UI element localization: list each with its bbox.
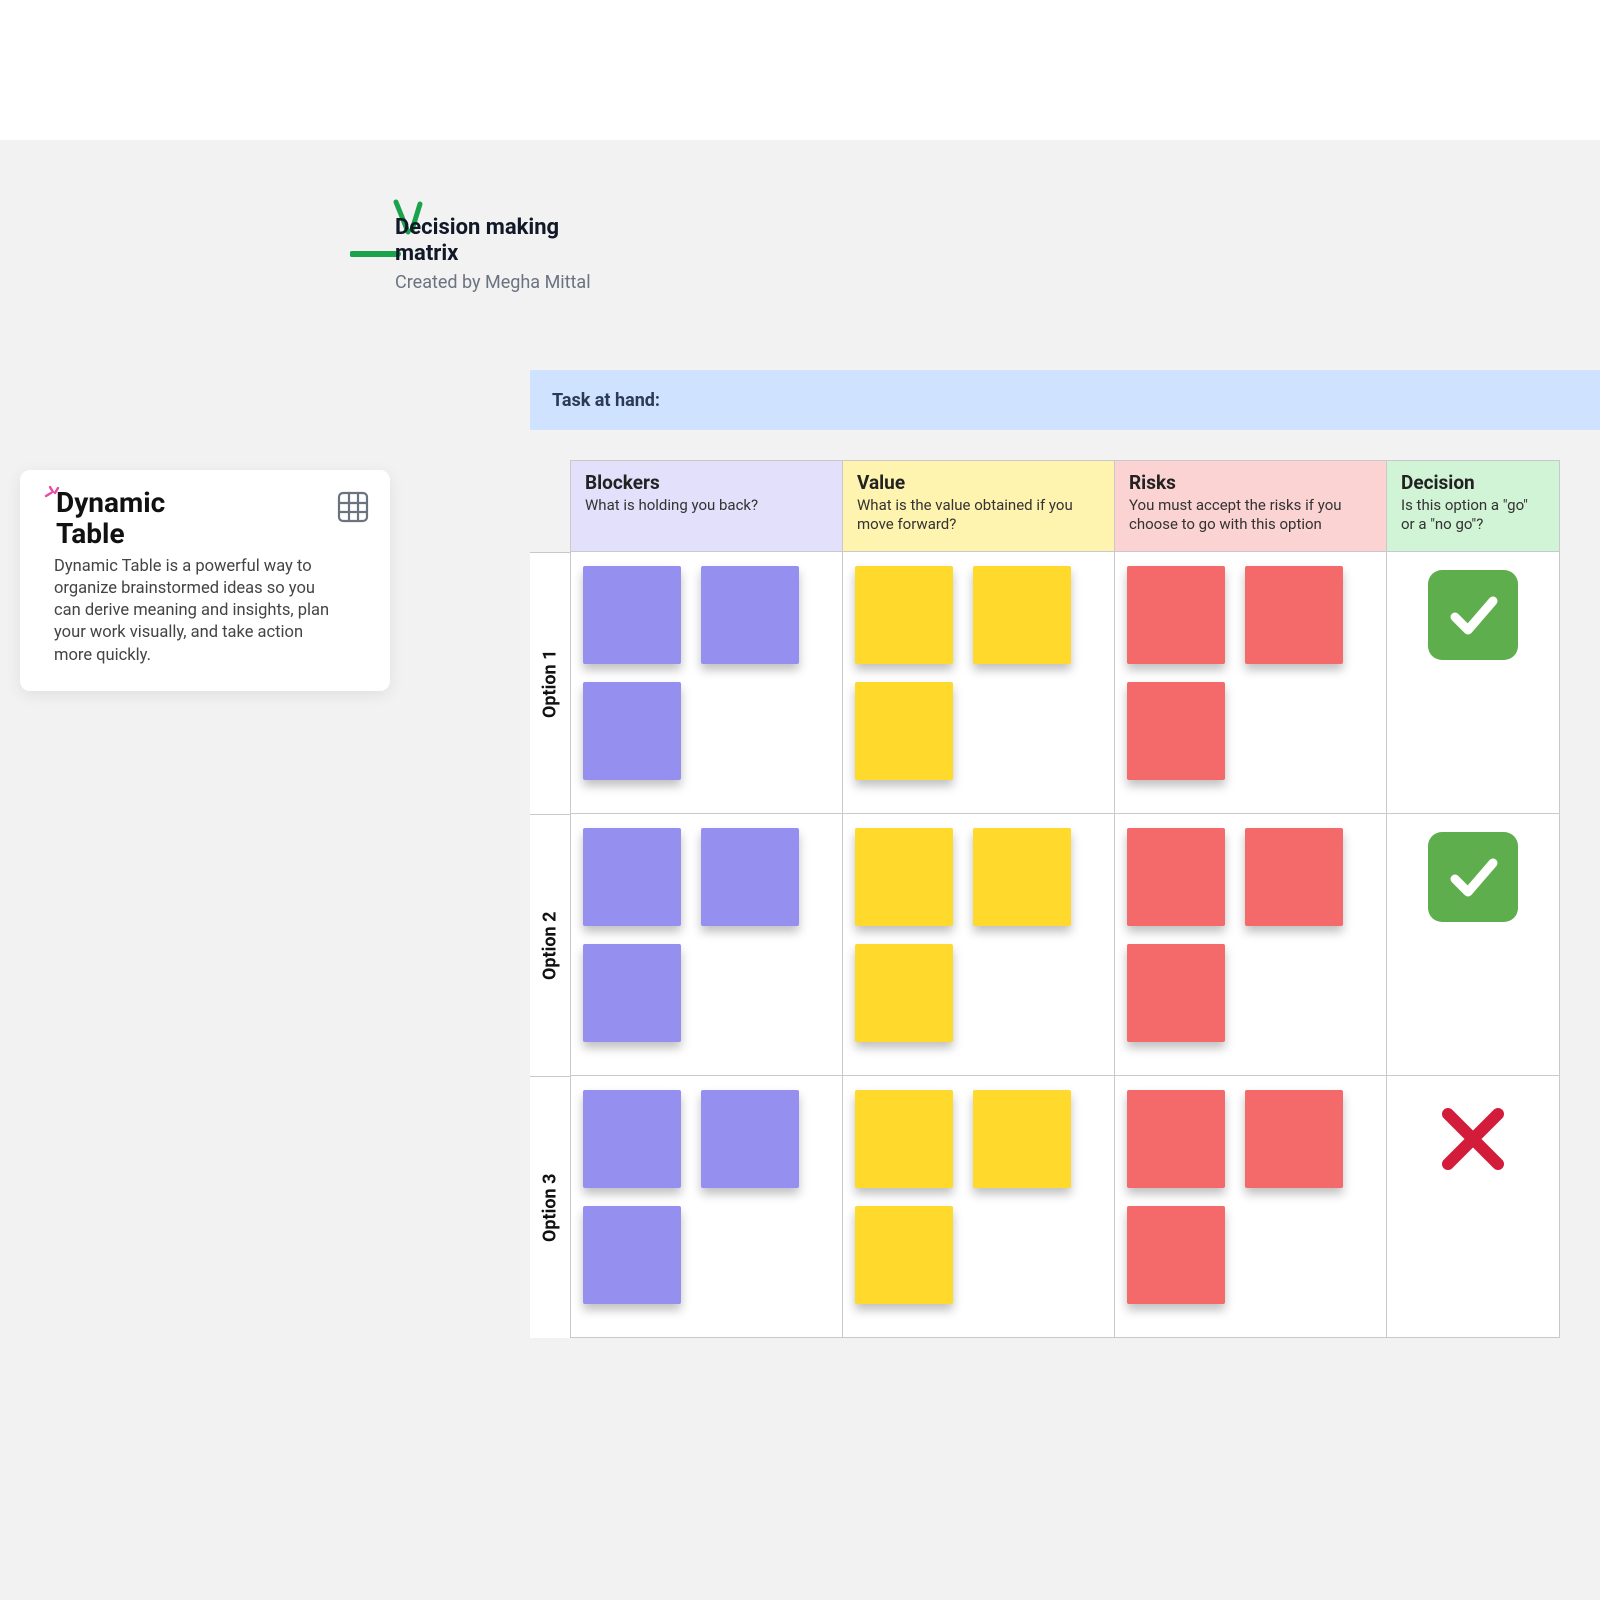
sticky-note[interactable] [855,1206,953,1304]
column-header-blockers[interactable]: Blockers What is holding you back? [570,460,842,552]
check-icon [1443,847,1503,907]
task-label: Task at hand: [552,390,660,411]
sticky-note[interactable] [973,566,1071,664]
col-title: Blockers [585,471,828,494]
spark-accent-icon [44,484,62,502]
col-subtitle: What is holding you back? [585,496,828,515]
cell-value[interactable] [842,1076,1114,1338]
sticky-note[interactable] [1245,1090,1343,1188]
sticky-note[interactable] [1127,828,1225,926]
decision-nogo-badge[interactable] [1428,1094,1518,1184]
sticky-note[interactable] [583,566,681,664]
sticky-note[interactable] [701,566,799,664]
sticky-note[interactable] [1127,1090,1225,1188]
cell-decision[interactable] [1386,814,1560,1076]
task-at-hand-banner[interactable]: Task at hand: [530,370,1600,430]
decision-matrix: Blockers What is holding you back? Value… [530,460,1600,1338]
dynamic-table-info-card[interactable]: Dynamic Table Dynamic Table is a powerfu… [20,470,390,691]
col-subtitle: Is this option a "go" or a "no go"? [1401,496,1545,534]
info-card-description: Dynamic Table is a powerful way to organ… [54,556,330,667]
sticky-note[interactable] [1127,566,1225,664]
template-header: Decision making matrix Created by Megha … [395,215,615,293]
col-title: Risks [1129,471,1372,494]
info-card-title: Dynamic Table [56,488,236,550]
column-header-risks[interactable]: Risks You must accept the risks if you c… [1114,460,1386,552]
decision-go-badge[interactable] [1428,832,1518,922]
sticky-note[interactable] [1127,682,1225,780]
sticky-note[interactable] [973,1090,1071,1188]
sticky-note[interactable] [583,682,681,780]
cell-blockers[interactable] [570,552,842,814]
matrix-header-row: Blockers What is holding you back? Value… [530,460,1600,552]
cell-blockers[interactable] [570,814,842,1076]
sticky-note[interactable] [1127,1206,1225,1304]
cell-value[interactable] [842,814,1114,1076]
cell-risks[interactable] [1114,814,1386,1076]
sticky-note[interactable] [1245,828,1343,926]
cell-risks[interactable] [1114,552,1386,814]
row-label[interactable]: Option 3 [530,1076,570,1338]
cell-decision[interactable] [1386,1076,1560,1338]
col-title: Value [857,471,1100,494]
template-title: Decision making matrix [395,215,615,268]
sticky-note[interactable] [855,1090,953,1188]
matrix-row: Option 1 [530,552,1600,814]
sticky-note[interactable] [855,944,953,1042]
sticky-note[interactable] [583,828,681,926]
row-label[interactable]: Option 2 [530,814,570,1076]
row-label[interactable]: Option 1 [530,552,570,814]
template-byline: Created by Megha Mittal [395,272,615,293]
sticky-note[interactable] [583,1090,681,1188]
column-header-value[interactable]: Value What is the value obtained if you … [842,460,1114,552]
cell-blockers[interactable] [570,1076,842,1338]
cell-decision[interactable] [1386,552,1560,814]
sticky-note[interactable] [855,566,953,664]
col-subtitle: You must accept the risks if you choose … [1129,496,1372,534]
check-icon [1443,585,1503,645]
sticky-note[interactable] [1245,566,1343,664]
decision-go-badge[interactable] [1428,570,1518,660]
column-header-decision[interactable]: Decision Is this option a "go" or a "no … [1386,460,1560,552]
table-icon [336,490,370,524]
sticky-note[interactable] [701,1090,799,1188]
cell-value[interactable] [842,552,1114,814]
matrix-row: Option 3 [530,1076,1600,1338]
x-icon [1434,1100,1512,1178]
sticky-note[interactable] [1127,944,1225,1042]
sticky-note[interactable] [855,828,953,926]
cell-risks[interactable] [1114,1076,1386,1338]
header-spacer [530,460,570,552]
col-title: Decision [1401,471,1545,494]
sticky-note[interactable] [701,828,799,926]
col-subtitle: What is the value obtained if you move f… [857,496,1100,534]
sticky-note[interactable] [855,682,953,780]
matrix-row: Option 2 [530,814,1600,1076]
sticky-note[interactable] [973,828,1071,926]
sticky-note[interactable] [583,944,681,1042]
sticky-note[interactable] [583,1206,681,1304]
